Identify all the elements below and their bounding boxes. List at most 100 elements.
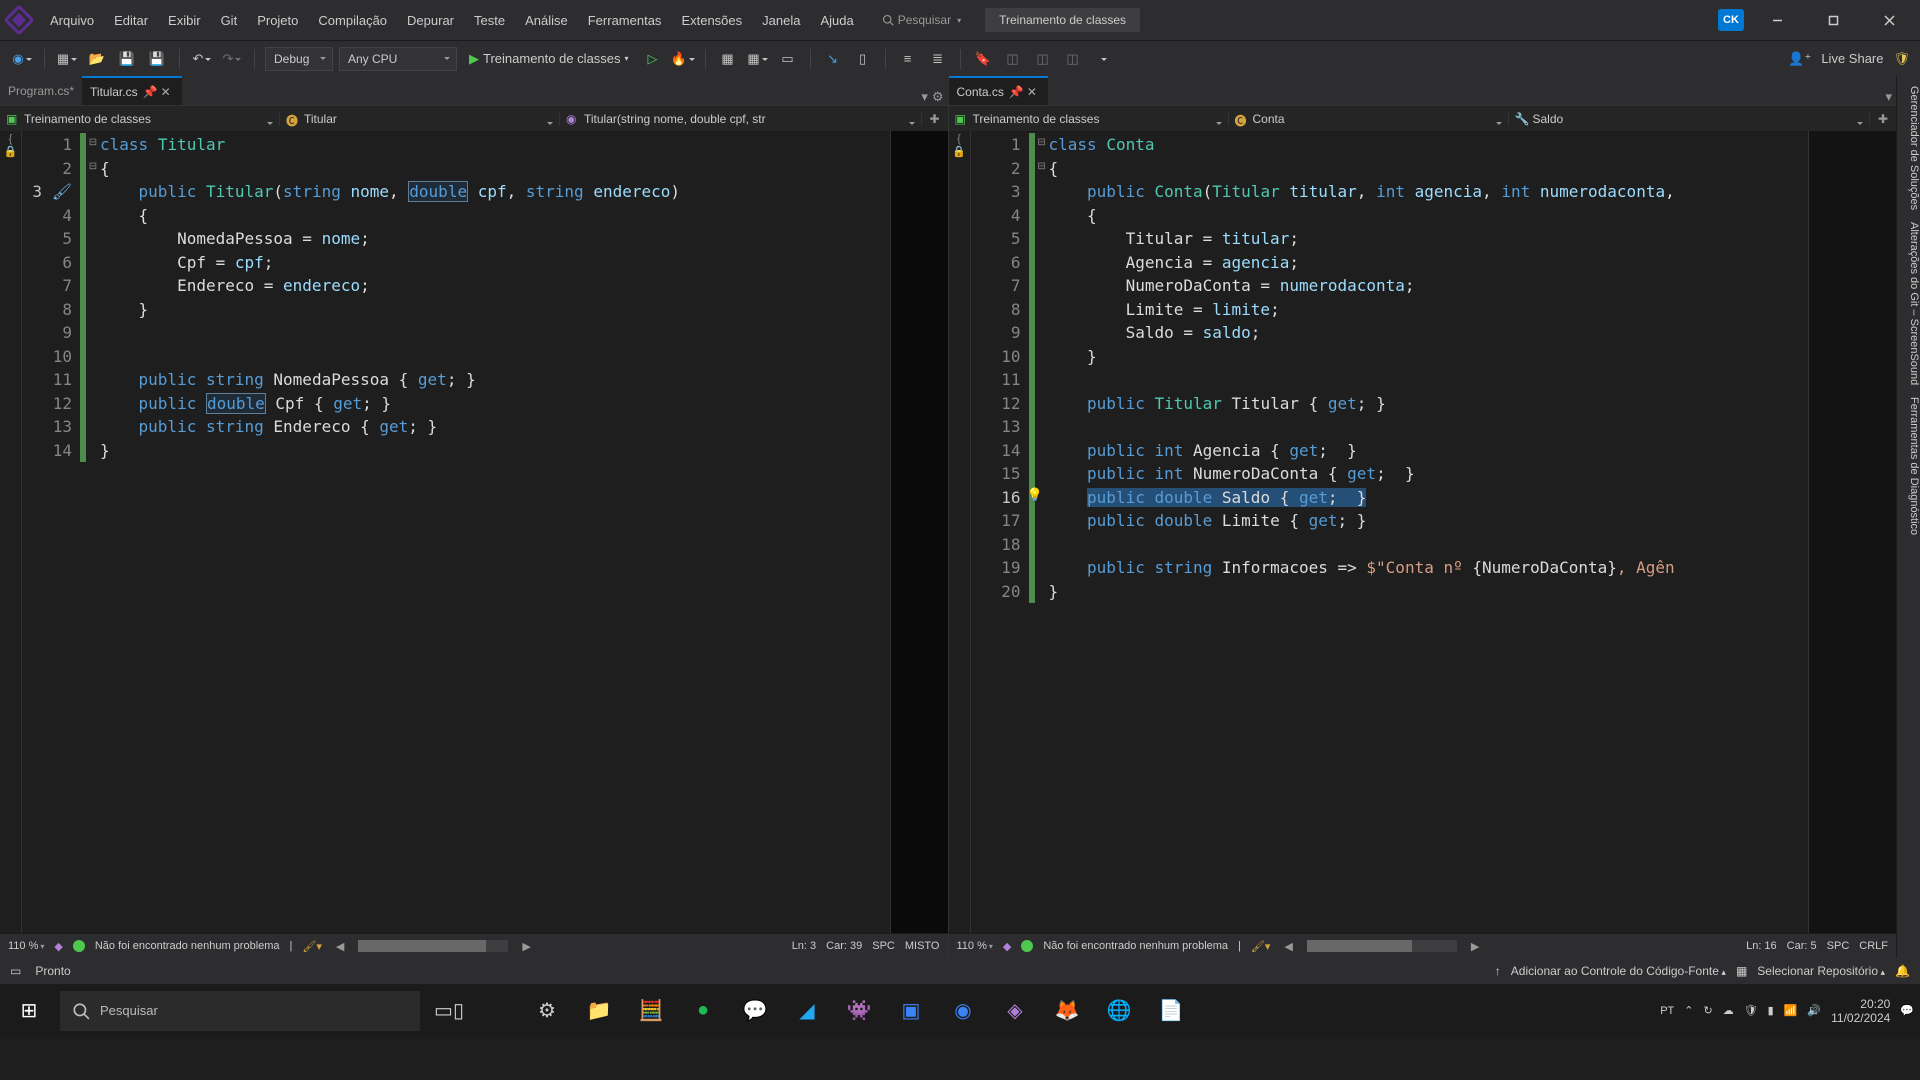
close-tab-icon[interactable]: ✕	[161, 85, 174, 98]
zoom-level[interactable]: 110 %	[957, 940, 993, 952]
hscrollbar-left[interactable]	[358, 940, 508, 952]
scroll-left-icon[interactable]: ◀	[1280, 940, 1296, 953]
bell-icon[interactable]: 🔔	[1895, 964, 1910, 978]
split-view[interactable]: ✚	[922, 112, 948, 126]
live-share[interactable]: Live Share	[1821, 51, 1883, 66]
tool-a[interactable]: ▦	[716, 47, 740, 71]
tab-titular[interactable]: Titular.cs 📌 ✕	[82, 76, 182, 105]
tab-dropdown-icon[interactable]: ▾	[1885, 89, 1892, 105]
col-indicator[interactable]: Car: 5	[1787, 940, 1817, 952]
tab-dropdown-icon[interactable]: ▾	[921, 89, 928, 105]
calculator-app[interactable]: 🧮	[628, 988, 674, 1034]
file-explorer[interactable]: 📁	[576, 988, 622, 1034]
pin-icon[interactable]: 📌	[1009, 85, 1022, 98]
maximize-button[interactable]	[1810, 5, 1856, 35]
app-blue[interactable]: ▣	[888, 988, 934, 1034]
menu-projeto[interactable]: Projeto	[247, 9, 308, 32]
tool-i[interactable]: ◫	[1031, 47, 1055, 71]
tray-volume-icon[interactable]: 🔊	[1807, 1004, 1821, 1017]
more-tools[interactable]	[1091, 47, 1115, 71]
visual-studio-app[interactable]: ◈	[992, 988, 1038, 1034]
tool-j[interactable]: ◫	[1061, 47, 1085, 71]
menu-exibir[interactable]: Exibir	[158, 9, 211, 32]
indent-mode[interactable]: SPC	[872, 940, 895, 952]
hscrollbar-right[interactable]	[1307, 940, 1457, 952]
problems-status[interactable]: Não foi encontrado nenhum problema	[95, 940, 280, 952]
output-icon[interactable]: ▭	[10, 964, 21, 978]
add-source-control[interactable]: Adicionar ao Controle do Código-Fonte	[1511, 964, 1726, 978]
crumb-project[interactable]: ▣ Treinamento de classes	[949, 112, 1229, 126]
save[interactable]: 💾	[115, 47, 139, 71]
crumb-project[interactable]: ▣ Treinamento de classes	[0, 112, 280, 126]
tray-battery-icon[interactable]: ▮	[1768, 1004, 1774, 1017]
menu-ajuda[interactable]: Ajuda	[810, 9, 863, 32]
side-tab[interactable]: Ferramentas de Diagnóstico	[1897, 397, 1920, 535]
chrome-app[interactable]: 🌐	[1096, 988, 1142, 1034]
menu-compilação[interactable]: Compilação	[308, 9, 397, 32]
crumb-member[interactable]: 🔧 Saldo	[1509, 112, 1871, 126]
split-view[interactable]: ✚	[1870, 112, 1896, 126]
menu-análise[interactable]: Análise	[515, 9, 578, 32]
tray-chevron-icon[interactable]: ⌃	[1684, 1004, 1693, 1017]
tab-program[interactable]: Program.cs*	[0, 76, 82, 105]
side-tab[interactable]: Gerenciador de Soluções	[1897, 86, 1920, 210]
ide-search[interactable]: Pesquisar ▾	[882, 13, 961, 27]
new-item[interactable]: ▦	[55, 47, 79, 71]
start-debug[interactable]: ▶ Treinamento de classes ▾	[463, 51, 635, 67]
menu-teste[interactable]: Teste	[464, 9, 515, 32]
bookmark[interactable]: 🔖	[971, 47, 995, 71]
zoom-level[interactable]: 110 %	[8, 940, 44, 952]
problems-status[interactable]: Não foi encontrado nenhum problema	[1043, 940, 1228, 952]
taskbar-clock[interactable]: 20:20 11/02/2024	[1831, 997, 1890, 1025]
eol-mode[interactable]: CRLF	[1859, 940, 1888, 952]
tool-b[interactable]: ▦	[746, 47, 770, 71]
close-button[interactable]	[1866, 5, 1912, 35]
config-combo[interactable]: Debug	[265, 47, 333, 71]
firefox-app[interactable]: 🦊	[1044, 988, 1090, 1034]
redo[interactable]: ↷	[220, 47, 244, 71]
tray-cloud-icon[interactable]: ☁	[1723, 1004, 1734, 1017]
scroll-left-icon[interactable]: ◀	[332, 940, 348, 953]
platform-combo[interactable]: Any CPU	[339, 47, 457, 71]
language-indicator[interactable]: PT	[1660, 1005, 1674, 1017]
select-repo[interactable]: Selecionar Repositório	[1757, 964, 1885, 978]
user-badge[interactable]: CK	[1718, 9, 1744, 31]
tool-g[interactable]: ≣	[926, 47, 950, 71]
line-indicator[interactable]: Ln: 16	[1746, 940, 1777, 952]
crumb-class[interactable]: 🅒 Conta	[1229, 112, 1509, 126]
vscode-app[interactable]: ◢	[784, 988, 830, 1034]
settings-app[interactable]: ⚙	[524, 988, 570, 1034]
notepad-app[interactable]: 📄	[1148, 988, 1194, 1034]
minimize-button[interactable]	[1754, 5, 1800, 35]
start-button[interactable]: ⊞	[6, 988, 52, 1034]
notifications-icon[interactable]: 💬	[1900, 1004, 1914, 1017]
scroll-right-icon[interactable]: ▶	[518, 940, 534, 953]
taskbar-search[interactable]: Pesquisar	[60, 991, 420, 1031]
tool-e[interactable]: ▯	[851, 47, 875, 71]
menu-git[interactable]: Git	[211, 9, 248, 32]
crumb-member[interactable]: ◉ Titular(string nome, double cpf, str	[560, 112, 922, 126]
tool-f[interactable]: ≡	[896, 47, 920, 71]
undo[interactable]: ↶	[190, 47, 214, 71]
code-editor-right[interactable]: class Conta { public Conta(Titular titul…	[1049, 131, 1809, 933]
app-blue2[interactable]: ◉	[940, 988, 986, 1034]
menu-ferramentas[interactable]: Ferramentas	[578, 9, 672, 32]
hot-reload[interactable]: 🔥	[671, 47, 695, 71]
minimap-right[interactable]	[1808, 131, 1896, 933]
tool-d[interactable]: ↘	[821, 47, 845, 71]
tab-settings-icon[interactable]: ⚙	[932, 89, 944, 105]
tray-sync-icon[interactable]: ↻	[1703, 1004, 1712, 1017]
menu-editar[interactable]: Editar	[104, 9, 158, 32]
menu-depurar[interactable]: Depurar	[397, 9, 464, 32]
open-file[interactable]: 📂	[85, 47, 109, 71]
tray-wifi-icon[interactable]: 📶	[1784, 1004, 1798, 1017]
whatsapp-app[interactable]: 💬	[732, 988, 778, 1034]
line-indicator[interactable]: Ln: 3	[792, 940, 816, 952]
indent-mode[interactable]: SPC	[1827, 940, 1850, 952]
menu-janela[interactable]: Janela	[752, 9, 810, 32]
menu-arquivo[interactable]: Arquivo	[40, 9, 104, 32]
tool-h[interactable]: ◫	[1001, 47, 1025, 71]
col-indicator[interactable]: Car: 39	[826, 940, 862, 952]
code-editor-left[interactable]: class Titular { public Titular(string no…	[100, 131, 890, 933]
scroll-right-icon[interactable]: ▶	[1467, 940, 1483, 953]
